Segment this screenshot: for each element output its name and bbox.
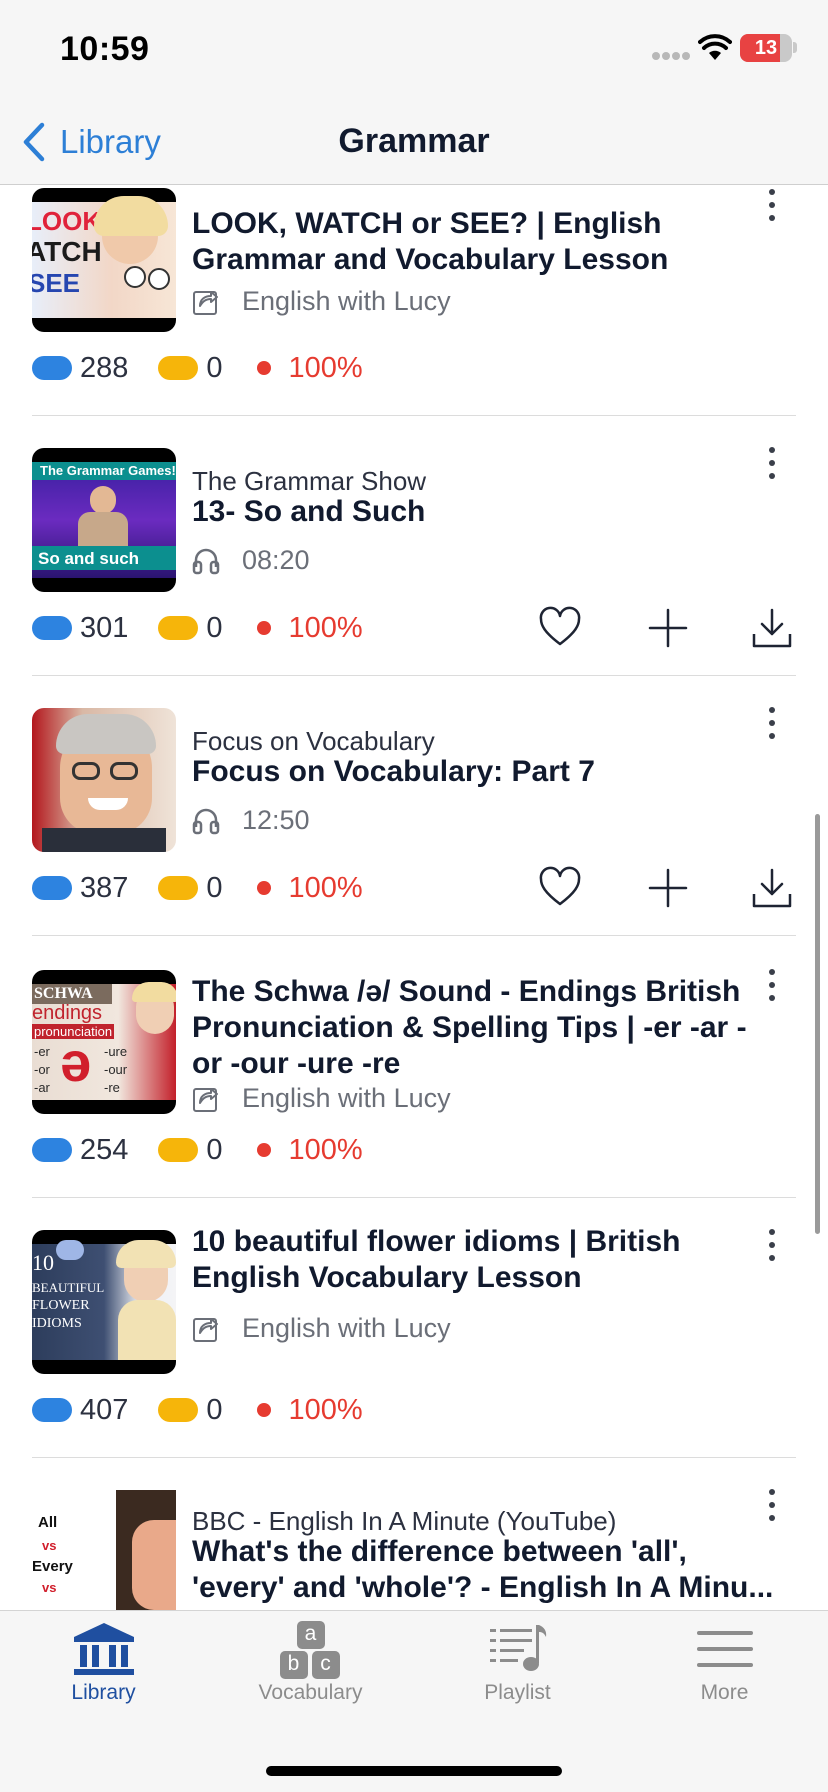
progress-dot-icon [256,1143,271,1157]
scrollbar[interactable] [815,814,820,1234]
headphones-icon [192,548,220,575]
wifi-icon [698,34,732,60]
vocabulary-icon: a b c [207,1621,414,1679]
video-channel: English with Lucy [192,283,451,319]
list-item[interactable]: The Grammar Games! So and such The Gramm… [0,416,828,676]
progress-dot-icon [256,621,271,635]
download-icon[interactable] [750,866,794,910]
learning-words-icon [158,356,199,380]
video-title: LOOK, WATCH or SEE? | English Grammar an… [192,207,669,276]
menu-icon [696,1631,753,1667]
list-item[interactable]: All vs Every vs BBC - English In A Minut… [0,1458,828,1610]
heart-icon[interactable] [538,606,582,650]
known-words-icon [32,356,72,380]
add-to-playlist-icon[interactable] [646,866,690,910]
video-list: LOOK ATCH SEE LOOK, WATCH or SEE? | Engl… [0,186,828,1610]
video-thumbnail: The Grammar Games! So and such [32,448,176,592]
known-words-icon [32,1138,72,1162]
known-words-icon [32,876,72,900]
more-options-button[interactable] [758,444,786,484]
battery-level: 13 [754,37,778,59]
video-source: BBC - English In A Minute (YouTube) [192,1506,617,1536]
stats-row: 288 0 100% [32,348,363,388]
playlist-icon [489,1625,546,1671]
channel-icon [193,1088,218,1112]
video-duration: 08:20 [192,542,310,578]
video-channel: English with Lucy [192,1310,451,1346]
video-title: What's the difference between 'all', 'ev… [192,1535,774,1604]
video-source: Focus on Vocabulary [192,726,435,756]
tab-more-label: More [700,1681,749,1704]
headphones-icon [192,808,220,835]
video-thumbnail [32,708,176,852]
video-title: Focus on Vocabulary: Part 7 [192,755,595,788]
more-options-button[interactable] [758,1226,786,1266]
tab-playlist[interactable]: Playlist [414,1611,621,1721]
tab-playlist-label: Playlist [484,1681,551,1704]
heart-icon[interactable] [538,866,582,910]
more-options-button[interactable] [758,186,786,226]
video-duration: 12:50 [192,802,310,838]
video-thumbnail: All vs Every vs [32,1490,176,1610]
video-thumbnail: SCHWA endings pronunciation ə -er -or -a… [32,970,176,1114]
more-options-button[interactable] [758,966,786,1006]
video-title: 13- So and Such [192,495,426,528]
list-item[interactable]: LOOK ATCH SEE LOOK, WATCH or SEE? | Engl… [0,186,828,416]
tab-library-label: Library [71,1681,136,1704]
progress-dot-icon [256,881,271,895]
download-icon[interactable] [750,606,794,650]
learning-words-icon [158,1398,199,1422]
video-channel: English with Lucy [192,1080,451,1116]
stats-row: 407 0 100% [32,1390,363,1430]
status-time: 10:59 [60,30,150,68]
navigation-bar: Library Grammar [0,100,828,185]
progress-dot-icon [256,361,271,375]
list-item[interactable]: SCHWA endings pronunciation ə -er -or -a… [0,936,828,1198]
stats-row: 387 0 100% [32,868,363,908]
tab-library[interactable]: Library [0,1611,207,1721]
cellular-signal-icon [652,52,692,60]
tab-bar: Library a b c Vocabulary Playlist More [0,1610,828,1792]
video-source: The Grammar Show [192,466,427,496]
tab-more[interactable]: More [621,1611,828,1721]
more-options-button[interactable] [758,704,786,744]
learning-words-icon [158,876,199,900]
video-title: 10 beautiful flower idioms | British Eng… [192,1225,681,1294]
list-item[interactable]: Focus on Vocabulary Focus on Vocabulary:… [0,676,828,936]
learning-words-icon [158,616,199,640]
video-thumbnail: LOOK ATCH SEE [32,188,176,332]
video-title: The Schwa /ə/ Sound - Endings British Pr… [192,975,747,1080]
stats-row: 254 0 100% [32,1130,363,1170]
progress-dot-icon [256,1403,271,1417]
video-thumbnail: 10 BEAUTIFUL FLOWER IDIOMS [32,1230,176,1374]
list-item[interactable]: 10 BEAUTIFUL FLOWER IDIOMS 10 beautiful … [0,1198,828,1458]
add-to-playlist-icon[interactable] [646,606,690,650]
tab-vocabulary-label: Vocabulary [258,1681,363,1704]
stats-row: 301 0 100% [32,608,363,648]
status-bar: 10:59 13 [0,0,828,100]
library-icon [73,1623,134,1675]
channel-icon [193,1318,218,1342]
home-indicator[interactable] [266,1766,562,1776]
battery-icon: 13 [740,34,792,62]
known-words-icon [32,1398,72,1422]
channel-icon [193,291,218,315]
tab-vocabulary[interactable]: a b c Vocabulary [207,1611,414,1721]
more-options-button[interactable] [758,1486,786,1526]
known-words-icon [32,616,72,640]
page-title: Grammar [338,122,490,160]
learning-words-icon [158,1138,199,1162]
